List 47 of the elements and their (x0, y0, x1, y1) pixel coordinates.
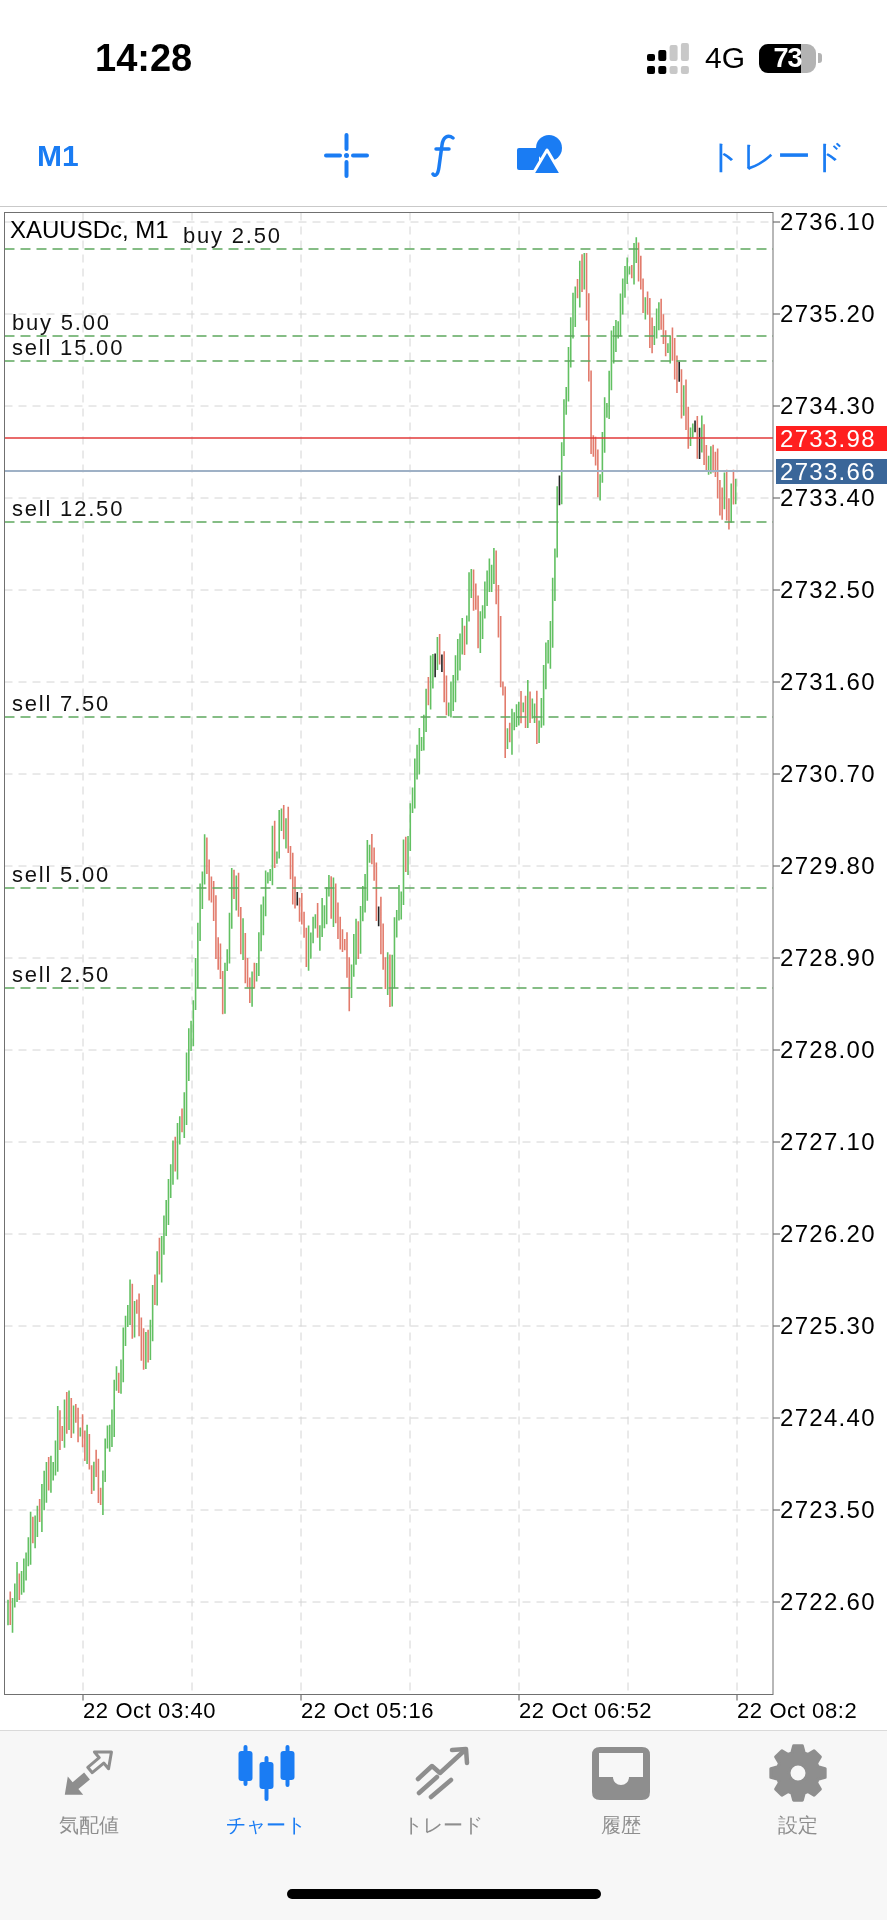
order-label: sell 7.50 (12, 692, 111, 716)
order-label: sell 2.50 (12, 963, 111, 987)
status-time: 14:28 (95, 36, 193, 80)
signal-icon (646, 42, 689, 74)
price-axis-label: 2728.00 (780, 1036, 876, 1064)
price-axis-label: 2736.10 (780, 208, 876, 236)
price-axis-label: 2727.10 (780, 1128, 876, 1156)
chart-tab[interactable]: チャート (177, 1731, 355, 1837)
chart-symbol-title: XAUUSDc, M1 (10, 217, 169, 243)
price-axis-label: 2731.60 (780, 668, 876, 696)
price-axis-label: 2724.40 (780, 1404, 876, 1432)
price-axis-label: 2733.40 (780, 484, 876, 512)
time-axis-label: 22 Oct 08:2 (737, 1698, 858, 1724)
quotes-tab[interactable]: 気配値 (0, 1731, 178, 1837)
order-label: sell 5.00 (12, 863, 111, 887)
order-label: buy 5.00 (12, 311, 111, 335)
price-axis-label: 2735.20 (780, 300, 876, 328)
price-axis-label: 2725.30 (780, 1312, 876, 1340)
history-tab[interactable]: 履歴 (532, 1731, 710, 1837)
tray-icon (591, 1746, 650, 1800)
price-axis-label: 2729.80 (780, 852, 876, 880)
ask-price-tag: 2733.66 (776, 459, 887, 484)
settings-tab[interactable]: 設定 (709, 1731, 887, 1837)
price-axis-label: 2726.20 (780, 1220, 876, 1248)
settings-icon (769, 1744, 828, 1802)
timeframe-button[interactable]: M1 (37, 137, 79, 174)
trade-tab[interactable]: トレード (354, 1731, 533, 1837)
time-axis-label: 22 Oct 05:16 (301, 1698, 435, 1724)
shapes-icon[interactable] (517, 135, 563, 176)
price-axis-label: 2730.70 (780, 760, 876, 788)
price-axis-label: 2728.90 (780, 944, 876, 972)
order-label: buy 2.50 (183, 224, 282, 248)
candlestick-icon (237, 1745, 295, 1801)
time-axis-label: 22 Oct 06:52 (519, 1698, 653, 1724)
network-type: 4G (704, 41, 745, 75)
trade-button[interactable]: トレード (707, 135, 846, 176)
price-axis-label: 2732.50 (780, 576, 876, 604)
trend-arrow-icon (415, 1746, 472, 1800)
price-axis-label: 2734.30 (780, 392, 876, 420)
function-icon[interactable] (431, 133, 455, 178)
price-axis-label: 2722.60 (780, 1588, 876, 1616)
price-axis-label: 2723.50 (780, 1496, 876, 1524)
crosshair-icon[interactable] (324, 133, 369, 178)
bid-price-tag: 2733.98 (776, 426, 887, 451)
order-label: sell 15.00 (12, 336, 125, 360)
time-axis-label: 22 Oct 03:40 (83, 1698, 217, 1724)
order-label: sell 12.50 (12, 497, 125, 521)
